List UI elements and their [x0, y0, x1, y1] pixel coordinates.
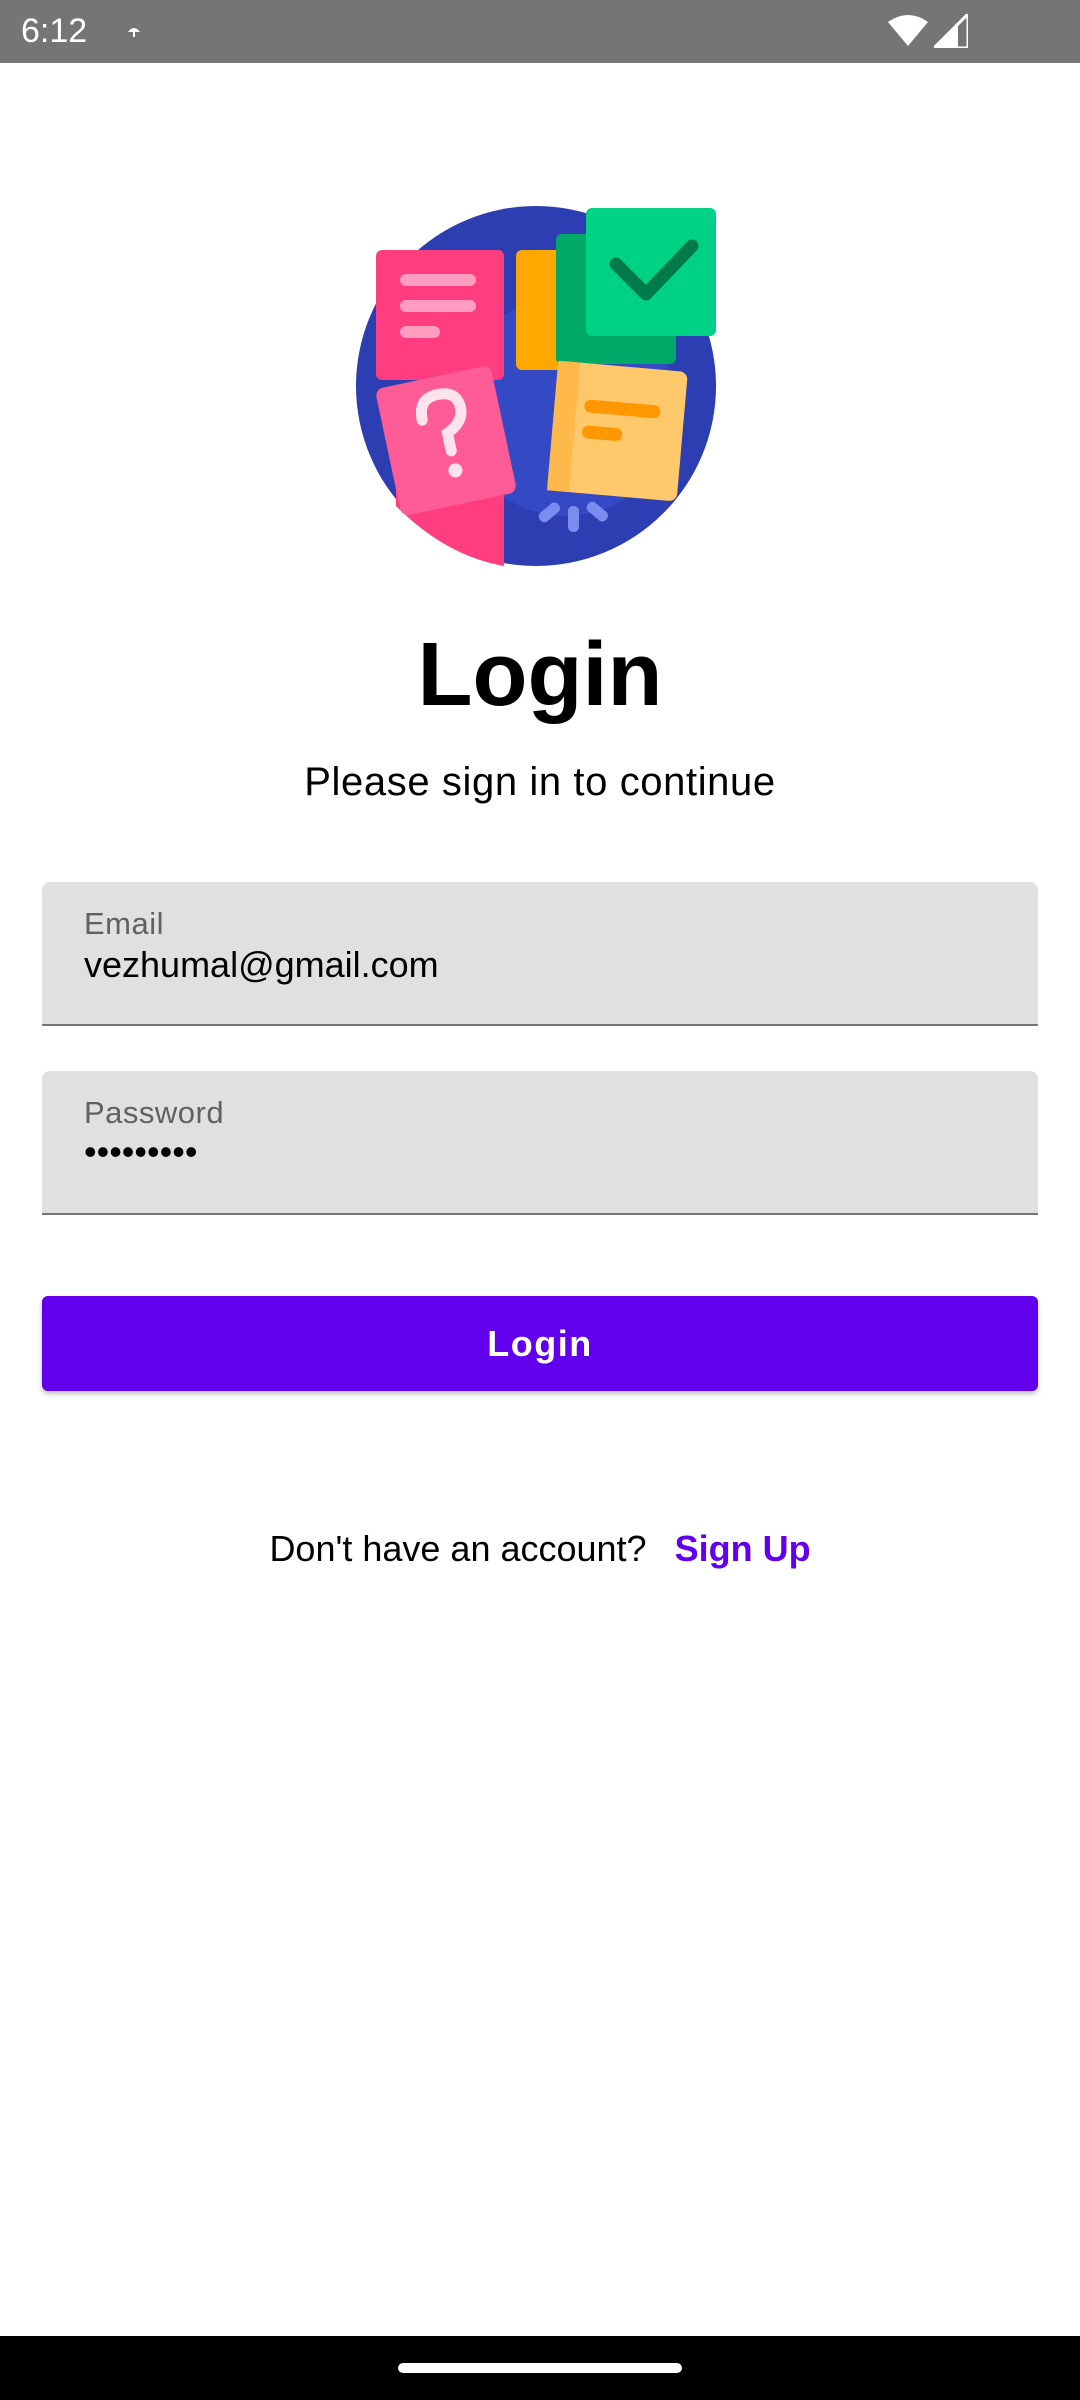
- password-value[interactable]: •••••••••: [84, 1131, 197, 1173]
- login-button[interactable]: Login: [42, 1296, 1038, 1391]
- notification-dot-icon: [128, 28, 140, 37]
- page-title: Login: [417, 625, 663, 725]
- status-bar: 6:12: [0, 0, 1080, 63]
- signal-icon: [934, 14, 968, 48]
- task-documents-illustration: [356, 206, 716, 566]
- email-value[interactable]: vezhumal@gmail.com: [84, 944, 439, 986]
- password-label: Password: [84, 1095, 225, 1130]
- wifi-icon: [888, 15, 928, 46]
- password-field[interactable]: Password •••••••••: [42, 1071, 1038, 1215]
- status-time: 6:12: [21, 12, 88, 50]
- home-gesture-handle[interactable]: [398, 2363, 682, 2373]
- page-subtitle: Please sign in to continue: [304, 760, 776, 804]
- signup-link[interactable]: Sign Up: [675, 1528, 811, 1569]
- navigation-bar: [0, 2336, 1080, 2400]
- signup-row: Don't have an account? Sign Up: [0, 1528, 1080, 1570]
- signup-prompt: Don't have an account?: [269, 1528, 647, 1569]
- email-field[interactable]: Email vezhumal@gmail.com: [42, 882, 1038, 1026]
- email-label: Email: [84, 906, 165, 941]
